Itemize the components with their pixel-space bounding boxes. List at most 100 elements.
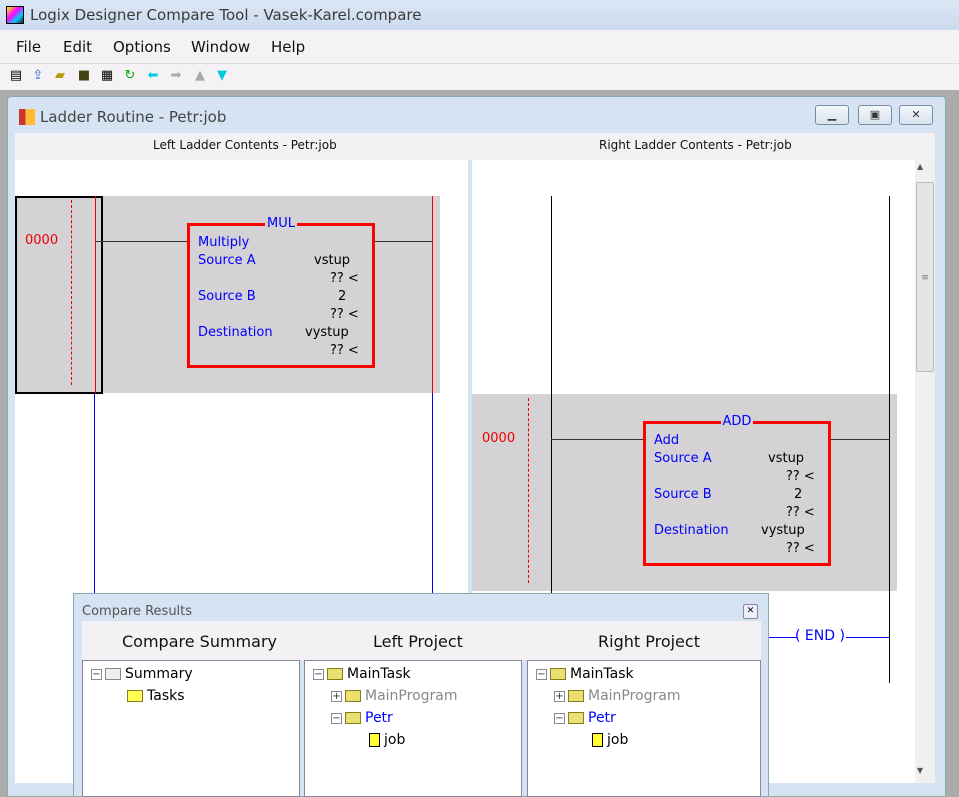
minimize-button[interactable]: ▁ (815, 105, 849, 125)
tree-node-maintask[interactable]: − MainTask (536, 666, 634, 682)
left-rung-selection[interactable] (15, 196, 103, 394)
node-label: job (384, 732, 406, 748)
right-project-tree: − MainTask + MainProgram − Petr job (527, 660, 761, 797)
left-power-rail-diff (95, 196, 96, 393)
rail-segment (889, 394, 890, 591)
collapse-icon[interactable]: − (536, 668, 547, 680)
node-label: Petr (365, 710, 393, 726)
node-label: Summary (125, 666, 193, 682)
end-wire (846, 637, 889, 638)
close-results-button[interactable]: ✕ (743, 604, 758, 619)
left-rung-marker (71, 200, 72, 385)
rung-wire (374, 241, 432, 242)
title-bar: Logix Designer Compare Tool - Vasek-Kare… (0, 0, 959, 30)
back-arrow-icon[interactable]: ⬅ (145, 68, 161, 84)
compare-summary-header: Compare Summary (122, 632, 277, 651)
operand-value: ?? < (786, 541, 815, 556)
menu-options[interactable]: Options (113, 38, 171, 56)
summary-tree: − Summary Tasks (82, 660, 300, 797)
scroll-thumb[interactable]: ≡ (916, 182, 934, 372)
program-icon (568, 712, 584, 724)
window-title: Logix Designer Compare Tool - Vasek-Kare… (30, 6, 422, 24)
open-folder-icon[interactable]: ▰ (52, 68, 68, 84)
tree-node-job[interactable]: job (592, 732, 628, 748)
operand-label: Destination (198, 325, 273, 340)
tree-node-mainprogram[interactable]: + MainProgram (331, 688, 458, 704)
collapse-icon[interactable]: − (91, 668, 102, 680)
operand-value: ?? < (330, 307, 359, 322)
right-rung-marker (528, 398, 529, 583)
restore-button[interactable]: ▣ (858, 105, 892, 125)
collapse-icon[interactable]: − (331, 712, 342, 724)
tree-node-tasks[interactable]: Tasks (127, 688, 185, 704)
tree-node-petr[interactable]: − Petr (331, 710, 393, 726)
expand-icon[interactable]: + (554, 690, 565, 702)
routine-icon (19, 109, 35, 125)
expand-icon[interactable]: + (331, 690, 342, 702)
scroll-down-icon[interactable]: ▼ (917, 766, 923, 775)
refresh-icon[interactable]: ↻ (122, 68, 138, 84)
tree-node-job[interactable]: job (369, 732, 405, 748)
end-label: END (804, 628, 836, 644)
close-button[interactable]: ✕ (899, 105, 933, 125)
ladder-header: Left Ladder Contents - Petr:job Right La… (15, 133, 935, 160)
results-header: Compare Summary Left Project Right Proje… (82, 621, 761, 660)
right-power-rail (432, 393, 433, 593)
program-icon (568, 690, 584, 702)
node-label: MainProgram (588, 688, 681, 704)
scroll-up-icon[interactable]: ▲ (917, 162, 923, 171)
menu-edit[interactable]: Edit (63, 38, 92, 56)
tree-node-petr[interactable]: − Petr (554, 710, 616, 726)
operand-tag: 2 (794, 487, 803, 502)
up-triangle-icon[interactable]: ▲ (192, 68, 208, 84)
left-power-rail (94, 393, 95, 593)
mul-instruction[interactable]: MUL Multiply Source A vstup ?? < Source … (187, 216, 375, 368)
operand-value: ?? < (330, 271, 359, 286)
report-icon[interactable]: ▤ (8, 68, 24, 84)
left-ladder-header: Left Ladder Contents - Petr:job (153, 138, 337, 152)
rung-wire (96, 241, 187, 242)
forward-arrow-icon[interactable]: ➡ (168, 68, 184, 84)
tree-node-mainprogram[interactable]: + MainProgram (554, 688, 681, 704)
operand-tag: vstup (768, 451, 805, 466)
operand-label: Source B (654, 487, 712, 502)
operand-label: Source A (198, 253, 256, 268)
vertical-scrollbar[interactable]: ▲ ≡ ▼ (915, 160, 935, 783)
left-project-tree: − MainTask + MainProgram − Petr job (304, 660, 522, 797)
tree-node-maintask[interactable]: − MainTask (313, 666, 411, 682)
rail-segment (551, 394, 552, 591)
right-rung-number: 0000 (482, 431, 516, 446)
program-icon (345, 690, 361, 702)
instr-name: MUL (265, 216, 297, 231)
left-rung-number: 0000 (25, 233, 59, 248)
instr-desc: Add (654, 433, 680, 448)
down-triangle-icon[interactable]: ▼ (214, 68, 230, 84)
upload-icon[interactable]: ⇪ (30, 68, 46, 84)
collapse-icon[interactable]: − (554, 712, 565, 724)
menu-file[interactable]: File (16, 38, 41, 56)
menu-help[interactable]: Help (271, 38, 305, 56)
right-ladder-header: Right Ladder Contents - Petr:job (599, 138, 792, 152)
toolbar: ▤ ⇪ ▰ ■ ▦ ↻ ⬅ ➡ ▲ ▼ (0, 64, 959, 90)
folder-icon (127, 690, 143, 702)
operand-tag: vystup (305, 325, 349, 340)
operand-tag: vystup (761, 523, 805, 538)
node-label: Petr (588, 710, 616, 726)
print-icon[interactable]: ▦ (99, 68, 115, 84)
operand-tag: vstup (314, 253, 351, 268)
routine-icon (369, 733, 380, 747)
operand-label: Source A (654, 451, 712, 466)
rung-wire (551, 439, 643, 440)
add-instruction[interactable]: ADD Add Source A vstup ?? < Source B 2 ?… (643, 414, 831, 566)
right-project-header: Right Project (598, 632, 700, 651)
task-icon (550, 668, 566, 680)
operand-value: ?? < (786, 469, 815, 484)
node-label: MainTask (570, 666, 634, 682)
collapse-icon[interactable]: − (313, 668, 324, 680)
menu-window[interactable]: Window (191, 38, 250, 56)
tree-node-summary[interactable]: − Summary (91, 666, 193, 682)
instr-desc: Multiply (198, 235, 250, 250)
menu-bar: File Edit Options Window Help (0, 30, 959, 64)
right-power-rail-diff (432, 196, 433, 393)
save-icon[interactable]: ■ (76, 68, 92, 84)
